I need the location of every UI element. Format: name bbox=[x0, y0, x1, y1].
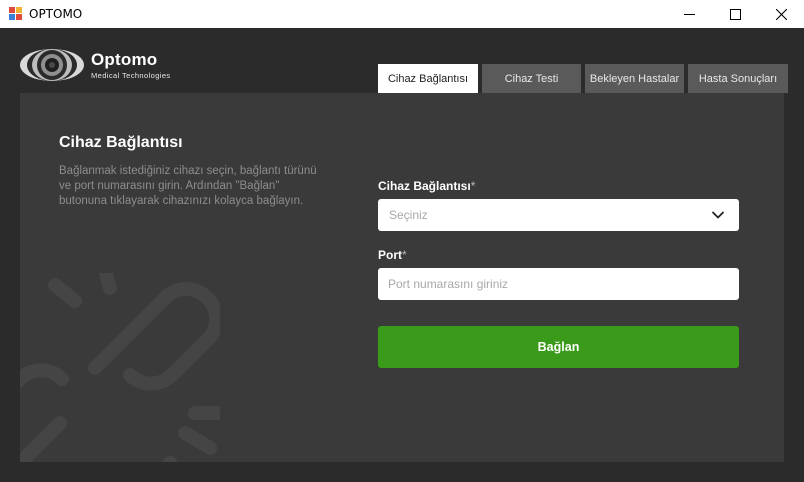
maximize-icon bbox=[729, 8, 741, 20]
device-connection-label: Cihaz Bağlantısı* bbox=[378, 179, 475, 193]
tab-waiting-patients[interactable]: Bekleyen Hastalar bbox=[585, 64, 684, 93]
port-input[interactable] bbox=[378, 268, 739, 300]
tab-bar: Cihaz Bağlantısı Cihaz Testi Bekleyen Ha… bbox=[378, 64, 788, 93]
required-marker: * bbox=[470, 179, 476, 193]
required-marker: * bbox=[402, 248, 407, 262]
tab-device-test[interactable]: Cihaz Testi bbox=[482, 64, 581, 93]
tab-device-connection[interactable]: Cihaz Bağlantısı bbox=[378, 64, 478, 93]
device-select-value: Seçiniz bbox=[389, 208, 428, 222]
app-window-icon bbox=[9, 7, 22, 20]
minimize-button[interactable] bbox=[666, 0, 712, 28]
chevron-down-icon bbox=[712, 211, 724, 219]
brand-logo: Optomo Medical Technologies bbox=[19, 48, 209, 84]
minimize-icon bbox=[683, 13, 695, 15]
brand-tagline: Medical Technologies bbox=[91, 71, 171, 80]
brand-name: Optomo bbox=[91, 50, 158, 69]
window-title: OPTOMO bbox=[29, 7, 83, 21]
tab-patient-results[interactable]: Hasta Sonuçları bbox=[688, 64, 788, 93]
panel-title: Cihaz Bağlantısı bbox=[59, 134, 183, 151]
panel-description: Bağlanmak istediğiniz cihazı seçin, bağl… bbox=[59, 165, 317, 207]
close-icon bbox=[775, 8, 787, 20]
device-connection-select[interactable]: Seçiniz bbox=[378, 199, 739, 231]
connect-button[interactable]: Bağlan bbox=[378, 326, 739, 368]
close-button[interactable] bbox=[758, 0, 804, 28]
device-connection-panel: Cihaz Bağlantısı Bağlanmak istediğiniz c… bbox=[20, 93, 784, 462]
window-titlebar: OPTOMO bbox=[0, 0, 804, 28]
maximize-button[interactable] bbox=[712, 0, 758, 28]
port-label: Port* bbox=[378, 248, 407, 262]
device-connection-label-text: Cihaz Bağlantısı bbox=[378, 179, 471, 193]
optomo-logo-icon bbox=[20, 49, 84, 81]
app-container: Optomo Medical Technologies Cihaz Bağlan… bbox=[0, 28, 804, 482]
link-icon bbox=[20, 273, 220, 462]
port-label-text: Port bbox=[378, 248, 402, 262]
